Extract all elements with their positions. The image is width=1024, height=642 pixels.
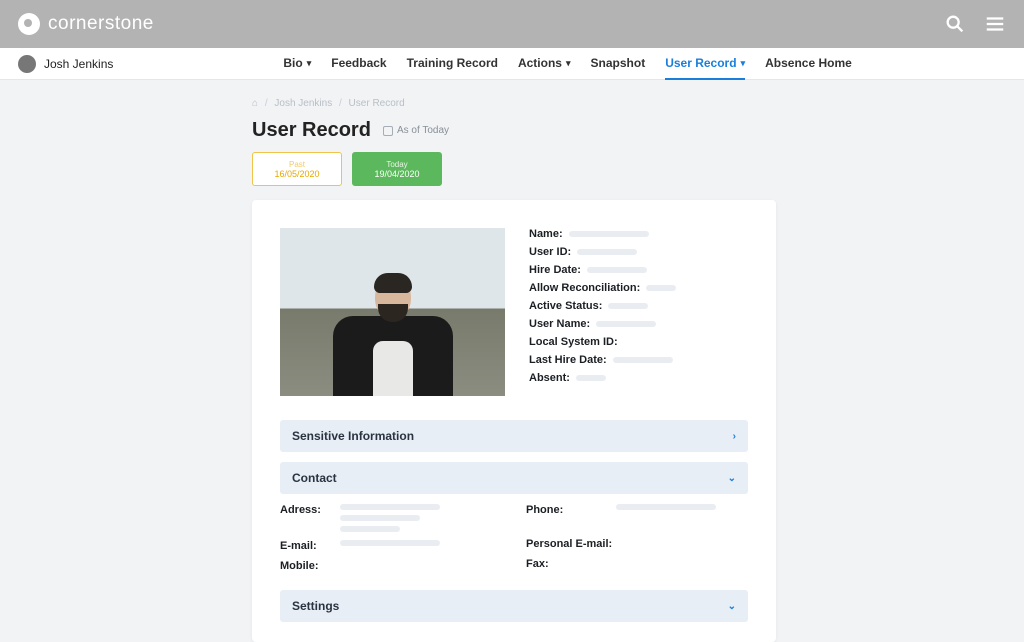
chevron-down-icon: ⌄ [728, 473, 736, 484]
field-label: User Name: [529, 318, 590, 330]
accordion-label: Settings [292, 599, 339, 613]
chevron-down-icon: ▾ [741, 58, 746, 69]
nav-label: Feedback [331, 56, 386, 70]
redacted-value [569, 231, 649, 237]
field-label: Fax: [526, 558, 616, 570]
date-pill-past[interactable]: Past 16/05/2020 [252, 152, 342, 186]
field-label: Active Status: [529, 300, 602, 312]
home-icon[interactable]: ⌂ [252, 98, 258, 109]
field-label: Allow Reconciliation: [529, 282, 640, 294]
redacted-value [340, 504, 440, 510]
nav-label: Actions [518, 56, 562, 70]
chevron-right-icon: › [733, 431, 736, 442]
nav-feedback[interactable]: Feedback [331, 47, 386, 80]
profile-photo [280, 228, 505, 396]
field-label: Hire Date: [529, 264, 581, 276]
redacted-value [587, 267, 647, 273]
chevron-down-icon: ▾ [307, 58, 312, 69]
redacted-value [613, 357, 673, 363]
page-title: User Record [252, 119, 371, 142]
nav-user-record[interactable]: User Record ▾ [665, 47, 745, 80]
nav-snapshot[interactable]: Snapshot [591, 47, 646, 80]
avatar[interactable] [18, 55, 36, 73]
content: ⌂ / Josh Jenkins / User Record User Reco… [0, 80, 1024, 642]
nav-label: Bio [283, 56, 302, 70]
field-label: Adress: [280, 504, 340, 516]
pill-date: 16/05/2020 [274, 169, 319, 179]
redacted-value [340, 526, 400, 532]
chevron-down-icon: ⌄ [728, 601, 736, 612]
field-label: Name: [529, 228, 563, 240]
calendar-icon [383, 126, 393, 136]
redacted-value [340, 540, 440, 546]
search-icon[interactable] [944, 13, 966, 35]
current-user-name: Josh Jenkins [44, 57, 113, 71]
redacted-value [340, 515, 420, 521]
hamburger-menu-icon[interactable] [984, 13, 1006, 35]
nav-actions[interactable]: Actions ▾ [518, 47, 571, 80]
as-of-label: As of Today [383, 125, 449, 136]
pill-label: Today [386, 160, 407, 169]
pill-label: Past [289, 160, 305, 169]
field-label: Personal E-mail: [526, 538, 616, 550]
accordion-label: Contact [292, 471, 337, 485]
redacted-value [646, 285, 676, 291]
brand-label: cornerstone [48, 13, 154, 35]
date-pill-today[interactable]: Today 19/04/2020 [352, 152, 442, 186]
nav-label: Snapshot [591, 56, 646, 70]
profile-fields: Name: User ID: Hire Date: Allow Reconcil… [529, 228, 748, 396]
nav-absence-home[interactable]: Absence Home [765, 47, 852, 80]
field-label: Local System ID: [529, 336, 618, 348]
field-label: E-mail: [280, 540, 340, 552]
breadcrumb-item: User Record [349, 98, 405, 109]
user-record-card: Name: User ID: Hire Date: Allow Reconcil… [252, 200, 776, 642]
breadcrumb-item[interactable]: Josh Jenkins [274, 98, 332, 109]
accordion-contact[interactable]: Contact ⌄ [280, 462, 748, 494]
redacted-value [608, 303, 648, 309]
nav-label: Absence Home [765, 56, 852, 70]
field-label: Absent: [529, 372, 570, 384]
nav-label: Training Record [407, 56, 498, 70]
nav-label: User Record [665, 56, 736, 70]
nav-training-record[interactable]: Training Record [407, 47, 498, 80]
accordion-sensitive-information[interactable]: Sensitive Information › [280, 420, 748, 452]
chevron-down-icon: ▾ [566, 58, 571, 69]
redacted-value [577, 249, 637, 255]
brand-logo-icon [18, 13, 40, 35]
field-label: User ID: [529, 246, 571, 258]
brand[interactable]: cornerstone [18, 13, 154, 35]
field-label: Phone: [526, 504, 616, 516]
pill-date: 19/04/2020 [374, 169, 419, 179]
navbar: Josh Jenkins Bio ▾ Feedback Training Reco… [0, 48, 1024, 80]
contact-fields: Adress: E-mail: Mobile: Phone: Personal … [280, 504, 748, 580]
redacted-value [576, 375, 606, 381]
accordion-settings[interactable]: Settings ⌄ [280, 590, 748, 622]
redacted-value [596, 321, 656, 327]
as-of-text: As of Today [397, 125, 449, 136]
breadcrumb: ⌂ / Josh Jenkins / User Record [252, 98, 1024, 109]
field-label: Last Hire Date: [529, 354, 607, 366]
redacted-value [616, 504, 716, 510]
topbar: cornerstone [0, 0, 1024, 48]
nav-bio[interactable]: Bio ▾ [283, 47, 311, 80]
accordion-label: Sensitive Information [292, 429, 414, 443]
field-label: Mobile: [280, 560, 340, 572]
